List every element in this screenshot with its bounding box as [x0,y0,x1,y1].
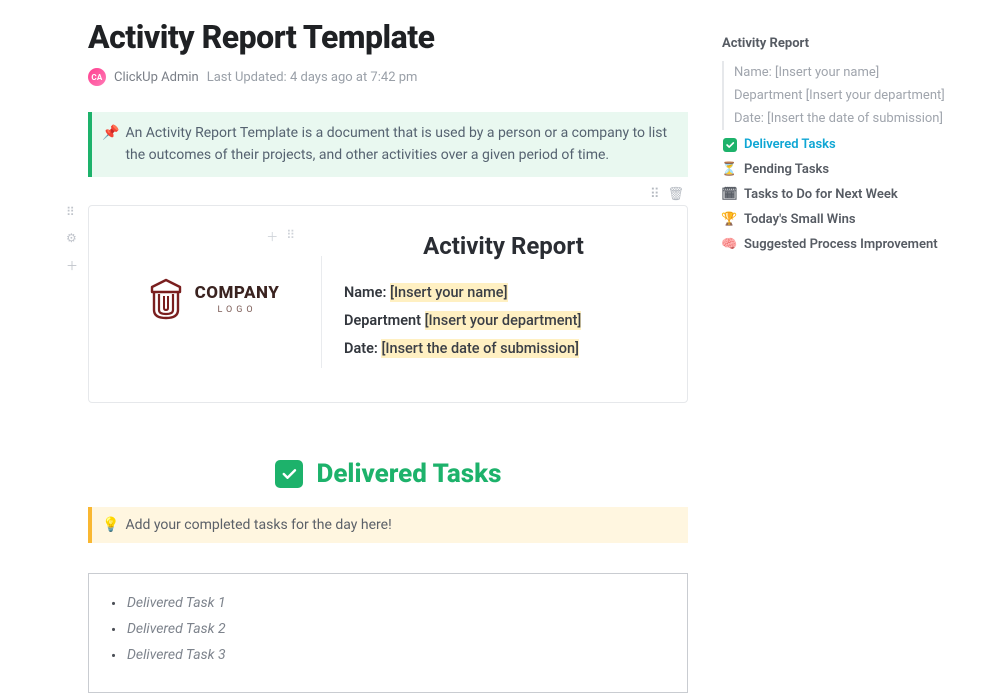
trophy-icon: 🏆 [722,212,737,227]
delivered-callout-text: Add your completed tasks for the day her… [125,517,391,533]
outline-item-wins[interactable]: 🏆 Today's Small Wins [722,207,977,232]
add-icon[interactable]: ＋ [266,228,278,245]
block-rail: ⠿ ⚙ ＋ [66,205,78,274]
drag-handle-icon[interactable]: ⠿ [66,205,78,219]
hourglass-icon: ⏳ [722,162,737,177]
list-item[interactable]: Delivered Task 1 [109,590,667,616]
report-card: ＋ ⠿ COMPANY LOGO [88,205,688,403]
delivered-heading-label: Delivered Tasks [316,459,501,489]
delivered-tasks-box[interactable]: Delivered Task 1 Delivered Task 2 Delive… [88,573,688,693]
intro-callout: 📌 An Activity Report Template is a docum… [88,112,688,177]
add-block-icon[interactable]: ＋ [66,257,78,274]
vertical-divider [321,256,322,368]
drag-handle-icon[interactable]: ⠿ [286,228,295,245]
outline-sub-item[interactable]: Name: [Insert your name] [734,61,977,84]
outline-sub-item[interactable]: Department [Insert your department] [734,84,977,107]
page-title: Activity Report Template [88,18,688,56]
trash-icon[interactable]: 🗑 [667,187,684,202]
intro-callout-text: An Activity Report Template is a documen… [125,123,674,166]
delivered-callout: 💡 Add your completed tasks for the day h… [88,507,688,543]
calendar-icon: 🗓 [722,187,737,202]
pin-icon: 📌 [102,123,119,166]
updated-value: 4 days ago at 7:42 pm [290,70,417,85]
doc-meta: CA ClickUp Admin Last Updated: 4 days ag… [88,68,688,86]
check-icon [723,138,737,152]
outline-item-delivered[interactable]: Delivered Tasks [722,132,977,157]
field-department[interactable]: Department [Insert your department] [344,312,663,329]
outline-item-nextweek[interactable]: 🗓 Tasks to Do for Next Week [722,182,977,207]
field-date[interactable]: Date: [Insert the date of submission] [344,340,663,357]
author-name[interactable]: ClickUp Admin [114,70,199,85]
gear-icon[interactable]: ⚙ [66,231,78,245]
list-item[interactable]: Delivered Task 2 [109,616,667,642]
company-logo-block: ＋ ⠿ COMPANY LOGO [113,236,313,322]
outline-item-improvement[interactable]: 🧠 Suggested Process Improvement [722,232,977,257]
outline-title[interactable]: Activity Report [722,36,977,51]
outline-panel: Activity Report Name: [Insert your name]… [722,36,977,257]
report-title: Activity Report [344,232,663,260]
delivered-tasks-list: Delivered Task 1 Delivered Task 2 Delive… [109,590,667,668]
outline-sub-item[interactable]: Date: [Insert the date of submission] [734,107,977,130]
card-toolbar: ⠿ 🗑 [650,187,684,202]
logo-text-bottom: LOGO [195,306,280,315]
drag-handle-icon[interactable]: ⠿ [650,187,660,202]
company-logo-icon [147,278,185,322]
list-item[interactable]: Delivered Task 3 [109,642,667,668]
brain-icon: 🧠 [722,237,737,252]
author-avatar: CA [88,68,106,86]
logo-text-top: COMPANY [195,285,280,302]
delivered-heading: Delivered Tasks [88,459,688,489]
bulb-icon: 💡 [102,517,119,533]
check-icon [275,460,303,488]
outline-item-pending[interactable]: ⏳ Pending Tasks [722,157,977,182]
updated-label: Last Updated: [207,70,287,85]
field-name[interactable]: Name: [Insert your name] [344,284,663,301]
